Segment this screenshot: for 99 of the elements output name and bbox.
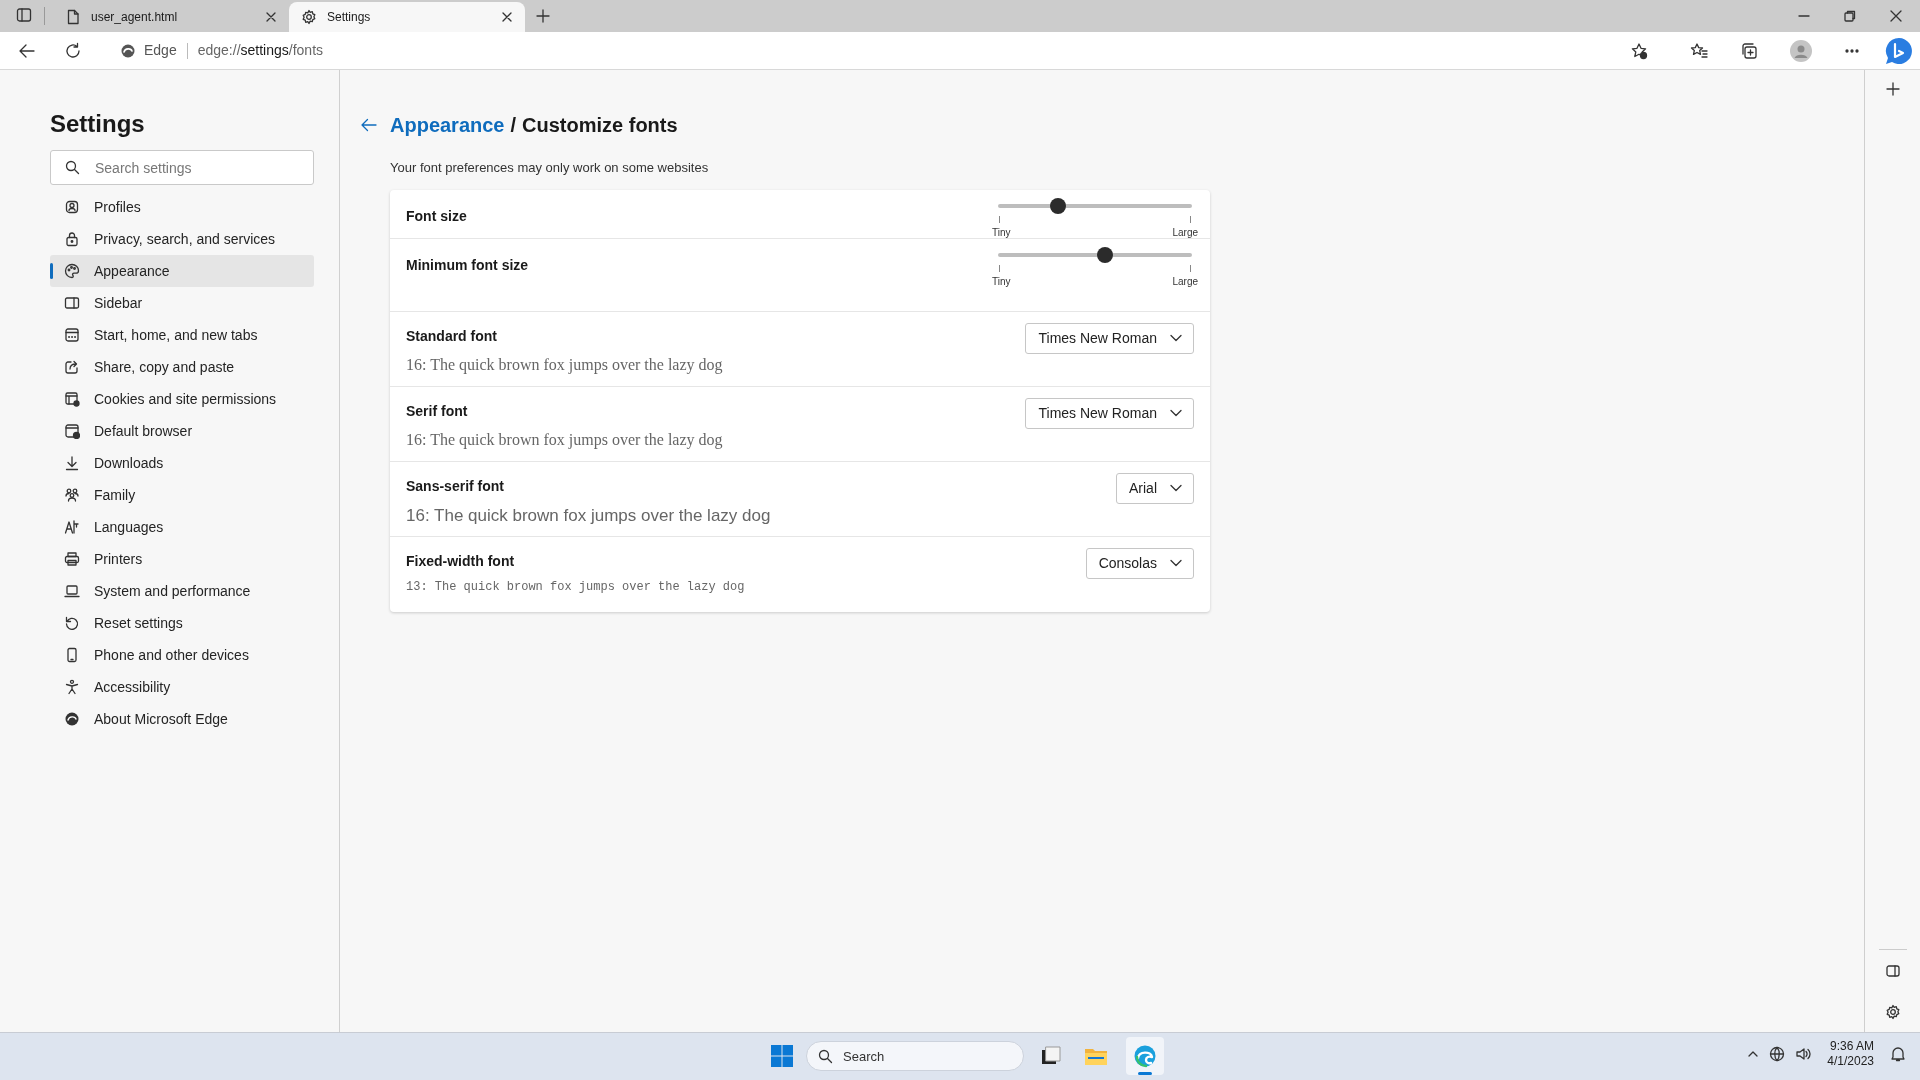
nav-item[interactable]: Appearance xyxy=(50,255,314,287)
nav-item[interactable]: Privacy, search, and services xyxy=(50,223,314,255)
favorites-icon[interactable] xyxy=(1690,41,1708,60)
clock-time[interactable]: 9:36 AM xyxy=(1829,1039,1874,1054)
download-icon xyxy=(64,455,80,471)
search-icon xyxy=(818,1049,833,1064)
tab-actions-icon[interactable] xyxy=(16,7,32,23)
nav-item[interactable]: Cookies and site permissions xyxy=(50,383,314,415)
font-dropdown[interactable]: Times New Roman xyxy=(1025,397,1194,429)
globe-icon[interactable] xyxy=(1769,1046,1786,1062)
nav-item[interactable]: Accessibility xyxy=(50,671,314,703)
nav-item[interactable]: About Microsoft Edge xyxy=(50,703,314,735)
setting-label: Serif font xyxy=(406,401,469,421)
clock-date[interactable]: 4/1/2023 xyxy=(1827,1054,1874,1069)
share-icon xyxy=(64,359,80,375)
font-dropdown[interactable]: Times New Roman xyxy=(1025,322,1194,354)
setting-label: Minimum font size xyxy=(406,255,529,275)
profile-icon xyxy=(64,199,80,215)
tick-label: Large xyxy=(1172,225,1198,240)
browser-tab[interactable]: Settings xyxy=(289,2,525,32)
new-tab-icon[interactable] xyxy=(535,8,551,24)
close-icon[interactable] xyxy=(265,11,277,23)
printer-icon xyxy=(64,551,80,567)
lock-icon xyxy=(64,231,80,247)
nav-item[interactable]: Downloads xyxy=(50,447,314,479)
tick-label: Large xyxy=(1172,274,1198,289)
browser-icon xyxy=(64,423,80,439)
task-view-icon[interactable] xyxy=(1040,1045,1062,1067)
collections-icon[interactable] xyxy=(1740,41,1758,60)
edge-logo-icon xyxy=(64,711,80,727)
volume-icon[interactable] xyxy=(1795,1046,1812,1062)
tab-title: Settings xyxy=(327,9,372,26)
site-label: Edge xyxy=(144,41,177,60)
nav-item[interactable]: Printers xyxy=(50,543,314,575)
slider[interactable] xyxy=(998,197,1192,214)
close-icon[interactable] xyxy=(1890,10,1902,22)
breadcrumb-link[interactable]: Appearance xyxy=(390,110,505,140)
nav-item[interactable]: Family xyxy=(50,479,314,511)
back-arrow-icon[interactable] xyxy=(360,116,378,134)
tab-title: user_agent.html xyxy=(91,9,179,26)
close-icon[interactable] xyxy=(501,11,513,23)
window-icon xyxy=(64,327,80,343)
nav-item[interactable]: Reset settings xyxy=(50,607,314,639)
search-field[interactable]: Search settings xyxy=(50,150,314,185)
font-sample: 16: The quick brown fox jumps over the lazy dog xyxy=(406,504,771,527)
font-dropdown[interactable]: Arial xyxy=(1116,472,1194,504)
page-icon xyxy=(65,9,81,25)
browser-tab[interactable]: user_agent.html xyxy=(53,2,289,32)
search-icon xyxy=(65,160,80,175)
phone-icon xyxy=(64,647,80,663)
add-icon[interactable] xyxy=(1885,82,1900,96)
slider-thumb[interactable] xyxy=(1096,246,1113,263)
nav-item[interactable]: Languages xyxy=(50,511,314,543)
tick-label: Tiny xyxy=(992,274,1011,289)
nav-item[interactable]: Phone and other devices xyxy=(50,639,314,671)
favorite-add-icon[interactable] xyxy=(1630,41,1648,60)
font-sample: 13: The quick brown fox jumps over the lazy dog xyxy=(406,578,745,596)
cookie-icon xyxy=(64,391,80,407)
font-sample: 16: The quick brown fox jumps over the lazy dog xyxy=(406,354,723,376)
nav-item[interactable]: Profiles xyxy=(50,191,314,223)
notification-icon[interactable] xyxy=(1890,1046,1906,1062)
refresh-icon[interactable] xyxy=(64,41,82,60)
breadcrumb-separator: / xyxy=(510,113,517,138)
settings-icon[interactable] xyxy=(1884,1004,1901,1020)
reset-icon xyxy=(64,615,80,631)
language-icon xyxy=(64,519,80,535)
taskbar-app-button[interactable] xyxy=(1126,1037,1164,1075)
family-icon xyxy=(64,487,80,503)
nav-item[interactable]: Default browser xyxy=(50,415,314,447)
setting-label: Sans-serif font xyxy=(406,476,505,496)
sidebar-toggle-icon[interactable] xyxy=(1885,964,1900,978)
nav-item[interactable]: System and performance xyxy=(50,575,314,607)
url-text[interactable]: edge://settings/fonts xyxy=(197,40,324,61)
windows-start-icon[interactable] xyxy=(770,1044,794,1068)
sidebar-icon xyxy=(64,295,80,311)
edge-logo-icon xyxy=(120,42,136,59)
nav-item[interactable]: Sidebar xyxy=(50,287,314,319)
laptop-icon xyxy=(64,583,80,599)
edge-logo-icon xyxy=(1133,1044,1157,1068)
setting-label: Fixed-width font xyxy=(406,551,516,571)
slider-thumb[interactable] xyxy=(1050,197,1067,214)
accessibility-icon xyxy=(64,679,80,695)
nav-item[interactable]: Start, home, and new tabs xyxy=(50,319,314,351)
setting-label: Font size xyxy=(406,206,467,226)
setting-label: Standard font xyxy=(406,326,498,346)
page-subtitle: Your font preferences may only work on some websites xyxy=(390,159,710,177)
page-title: Customize fonts xyxy=(522,113,678,138)
taskbar-search[interactable]: Search xyxy=(806,1041,1024,1071)
font-sample: 16: The quick brown fox jumps over the lazy dog xyxy=(406,429,723,451)
chat-bubble-icon[interactable] xyxy=(1884,35,1914,66)
gear-icon xyxy=(301,9,317,25)
settings-title: Settings xyxy=(50,109,146,139)
restore-icon[interactable] xyxy=(1844,10,1856,22)
tick-label: Tiny xyxy=(992,225,1011,240)
profile-avatar-icon[interactable] xyxy=(1790,39,1812,62)
palette-icon xyxy=(64,263,80,279)
nav-item[interactable]: Share, copy and paste xyxy=(50,351,314,383)
slider[interactable] xyxy=(998,246,1192,263)
font-dropdown[interactable]: Consolas xyxy=(1085,547,1194,579)
